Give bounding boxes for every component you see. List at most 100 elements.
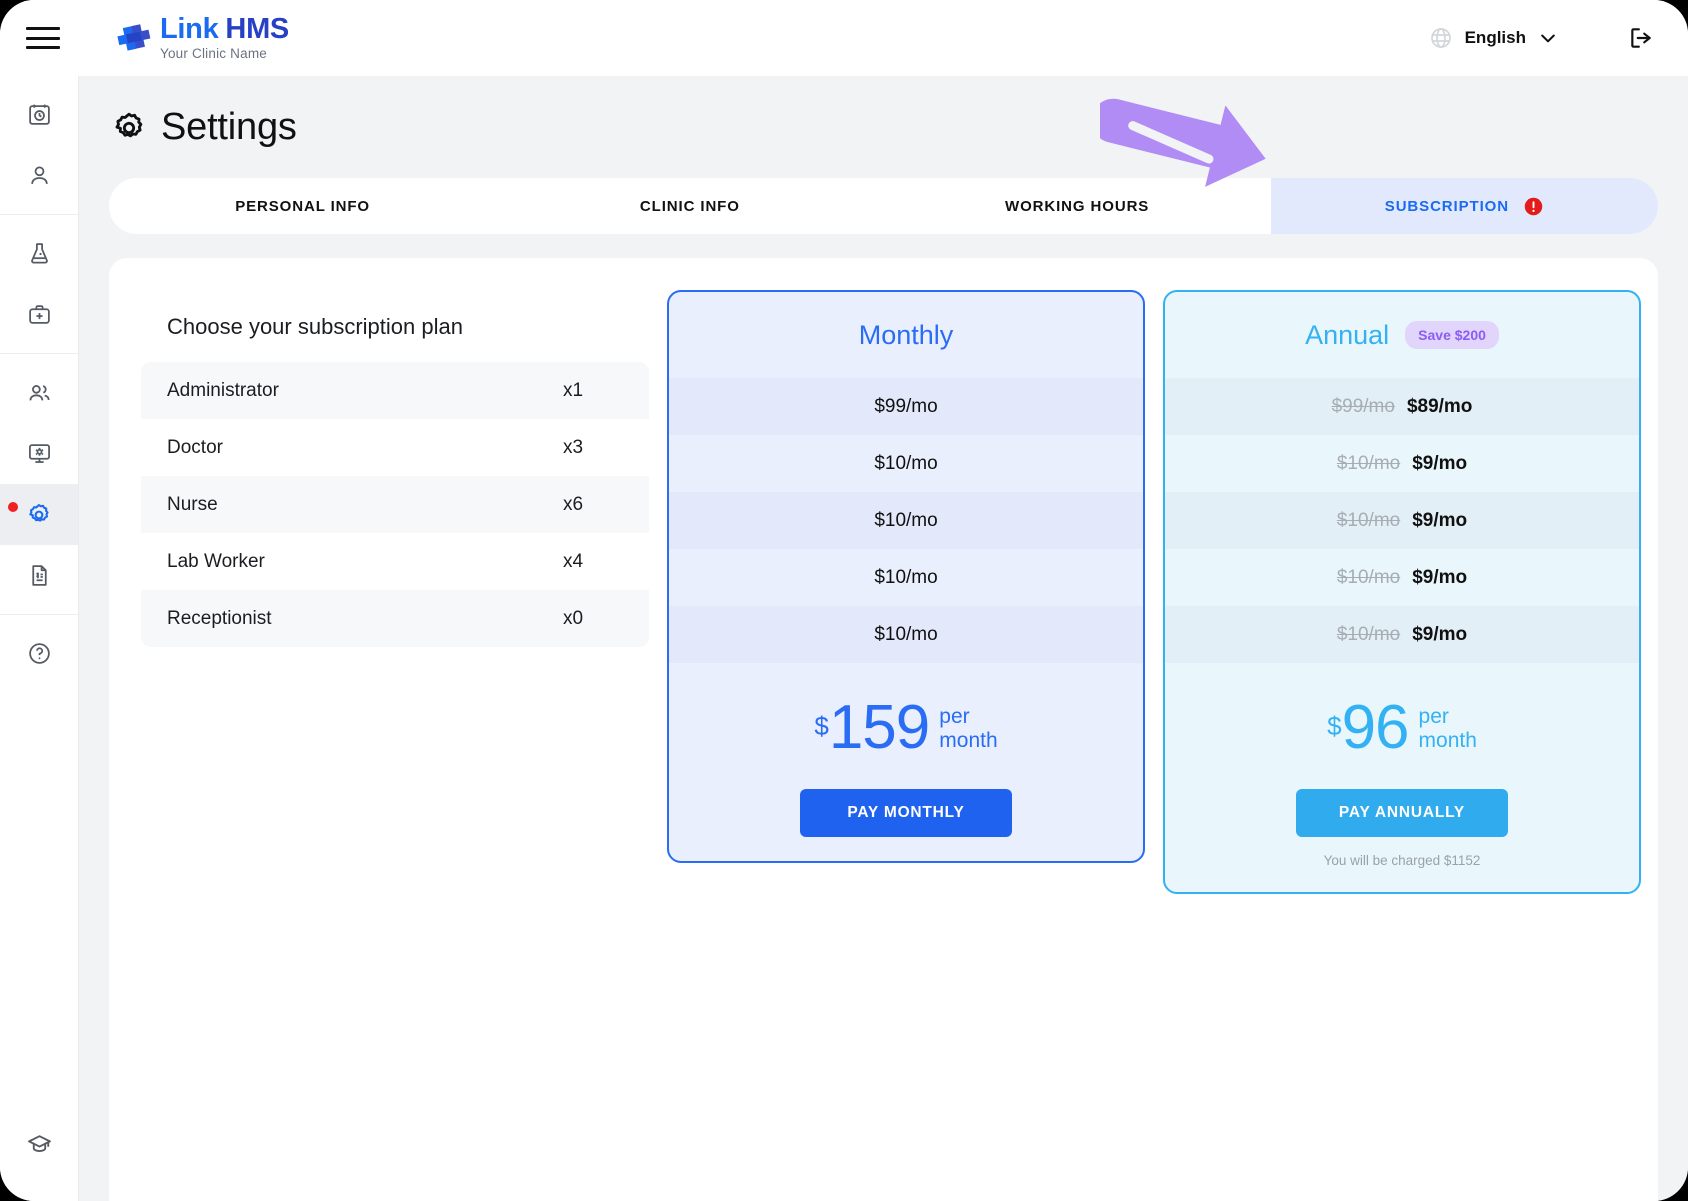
price-value: $9/mo (1412, 623, 1468, 645)
price-value: $89/mo (1406, 395, 1473, 417)
sidebar-nav (0, 76, 79, 1201)
save-badge: Save $200 (1405, 321, 1499, 349)
role-name: Administrator (167, 379, 279, 401)
sidebar-item-billing[interactable] (0, 545, 78, 606)
plan-footer-annual: $ 96 per month PAY ANNUALLY You will be … (1165, 663, 1639, 892)
sidebar-item-staff[interactable] (0, 362, 78, 423)
medical-kit-icon (28, 305, 50, 324)
total-period: per month (939, 705, 998, 752)
role-quantity: x1 (563, 379, 584, 401)
logout-icon[interactable] (1628, 25, 1654, 51)
plan-name: Monthly (858, 319, 954, 350)
tab-clinic-info[interactable]: CLINIC INFO (496, 178, 884, 234)
roles-table: Administrator x1 Doctor x3 Nurse x6 Lab … (141, 362, 649, 647)
main-content: Settings PERSONAL INFO CLINIC INFO WORKI… (79, 76, 1688, 1201)
alert-circle-icon (1523, 196, 1544, 217)
top-bar: Link HMS Your Clinic Name English (0, 0, 1688, 76)
role-name: Lab Worker (167, 550, 265, 572)
price-row: $99/mo $89/mo (1165, 378, 1639, 435)
sidebar-item-training[interactable] (0, 1114, 78, 1175)
old-price: $10/mo (1336, 623, 1401, 645)
app-window: Link HMS Your Clinic Name English Settin… (0, 0, 1688, 1201)
charge-note: You will be charged $1152 (1323, 853, 1481, 868)
tab-label: SUBSCRIPTION (1384, 197, 1509, 215)
section-heading: Choose your subscription plan (167, 314, 463, 339)
plan-card-annual[interactable]: Annual Save $200 $99/mo $89/mo $10/mo $9… (1163, 290, 1641, 894)
plan-roles-column: Choose your subscription plan Administra… (141, 290, 649, 647)
subscription-panel: Choose your subscription plan Administra… (109, 258, 1658, 1201)
language-selector[interactable]: English (1421, 20, 1566, 56)
sidebar-item-workstation[interactable] (0, 423, 78, 484)
sidebar-group-2 (0, 214, 78, 353)
sidebar-item-laboratory[interactable] (0, 223, 78, 284)
sidebar-group-bottom (0, 1114, 78, 1201)
plan-header-monthly: Monthly (669, 292, 1143, 378)
total-amount: 96 (1341, 693, 1410, 762)
price-value: $10/mo (874, 623, 938, 645)
annual-total-price: $ 96 per month (1165, 697, 1639, 759)
logo-word-hms: HMS (225, 13, 289, 46)
sidebar-item-settings[interactable] (0, 484, 78, 545)
plan-header-annual: Annual Save $200 (1165, 292, 1639, 378)
old-price: $10/mo (1336, 509, 1401, 531)
role-quantity: x3 (563, 436, 584, 458)
sidebar-item-pharmacy[interactable] (0, 284, 78, 345)
graduation-cap-icon (27, 1135, 51, 1152)
sidebar-group-4 (0, 614, 78, 692)
sidebar-item-patients[interactable] (0, 145, 78, 206)
annual-price-rows: $99/mo $89/mo $10/mo $9/mo $10/mo $9/mo (1165, 378, 1639, 663)
price-row: $10/mo $9/mo (1165, 492, 1639, 549)
settings-notification-dot (8, 502, 18, 512)
tab-label: WORKING HOURS (1005, 197, 1150, 215)
lab-flask-icon (30, 243, 48, 264)
sidebar-group-1 (0, 76, 78, 214)
logo-text: Link HMS Your Clinic Name (160, 15, 289, 61)
globe-icon (1429, 26, 1453, 50)
price-value: $9/mo (1412, 566, 1468, 588)
table-row: Receptionist x0 (141, 590, 649, 647)
pay-annually-button[interactable]: PAY ANNUALLY (1296, 789, 1508, 837)
calendar-clock-icon (28, 104, 50, 125)
old-price: $10/mo (1336, 566, 1401, 588)
total-period: per month (1418, 705, 1477, 752)
role-name: Doctor (167, 436, 223, 458)
price-row: $99/mo (669, 378, 1143, 435)
price-row: $10/mo (669, 606, 1143, 663)
app-logo[interactable]: Link HMS Your Clinic Name (116, 15, 289, 61)
settings-tabs: PERSONAL INFO CLINIC INFO WORKING HOURS … (109, 178, 1658, 234)
pay-monthly-button[interactable]: PAY MONTHLY (800, 789, 1012, 837)
role-quantity: x6 (563, 493, 584, 515)
user-icon (30, 166, 48, 184)
monthly-total-price: $ 159 per month (669, 697, 1143, 759)
plan-card-monthly[interactable]: Monthly $99/mo $10/mo $10/mo $10/mo $10/… (667, 290, 1145, 863)
sidebar-group-3 (0, 353, 78, 614)
price-row: $10/mo $9/mo (1165, 606, 1639, 663)
role-quantity: x4 (563, 550, 584, 572)
price-value: $10/mo (874, 566, 938, 588)
tab-working-hours[interactable]: WORKING HOURS (883, 178, 1271, 234)
total-amount: 159 (828, 693, 930, 762)
price-row: $10/mo (669, 492, 1143, 549)
sidebar-item-help[interactable] (0, 623, 78, 684)
tab-personal-info[interactable]: PERSONAL INFO (109, 178, 497, 234)
tab-subscription[interactable]: SUBSCRIPTION (1270, 178, 1658, 234)
currency-symbol: $ (1327, 711, 1342, 741)
table-row: Administrator x1 (141, 362, 649, 419)
logo-tagline: Your Clinic Name (160, 46, 267, 62)
gear-icon (29, 503, 49, 522)
language-label: English (1464, 28, 1526, 47)
price-row: $10/mo $9/mo (1165, 549, 1639, 606)
page-title: Settings (161, 106, 297, 148)
table-row: Doctor x3 (141, 419, 649, 476)
price-row: $10/mo (669, 549, 1143, 606)
sidebar-item-appointments[interactable] (0, 84, 78, 145)
question-circle-icon (28, 643, 50, 664)
monthly-price-rows: $99/mo $10/mo $10/mo $10/mo $10/mo (669, 378, 1143, 663)
price-value: $99/mo (874, 395, 938, 417)
price-row: $10/mo (669, 435, 1143, 492)
price-value: $9/mo (1412, 509, 1468, 531)
users-group-icon (29, 385, 50, 401)
tab-label: CLINIC INFO (639, 197, 740, 215)
hamburger-menu-icon[interactable] (26, 27, 60, 49)
link-hms-cross-icon (116, 21, 152, 55)
